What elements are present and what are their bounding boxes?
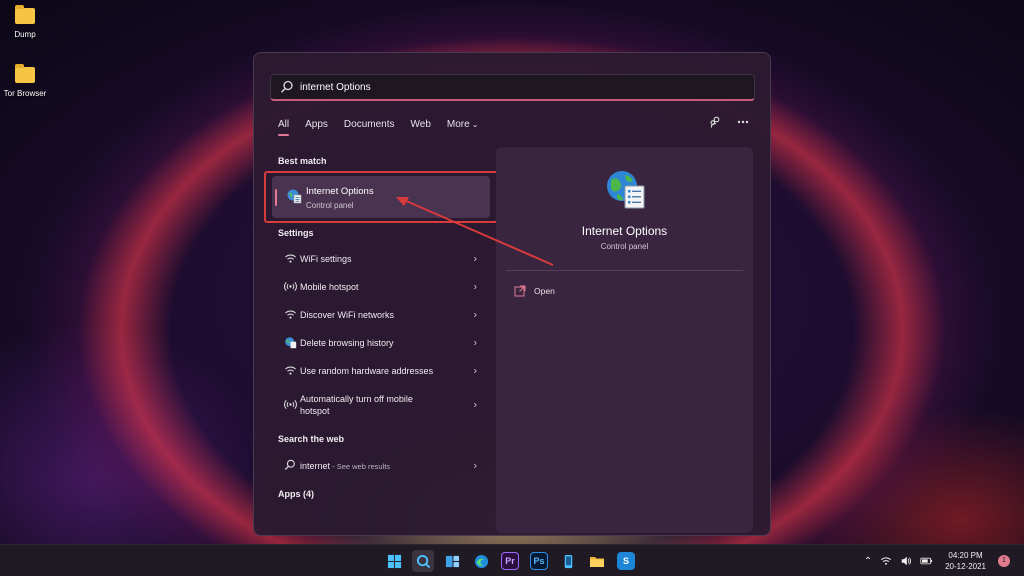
chevron-up-icon[interactable]: ⌃ (864, 556, 872, 567)
chevron-right-icon: › (473, 309, 477, 321)
tab-web[interactable]: Web (411, 119, 431, 130)
apps-heading[interactable]: Apps (4) (278, 489, 314, 499)
account-switch-icon[interactable] (708, 115, 722, 129)
preview-title: Internet Options (581, 224, 668, 238)
search-box[interactable] (270, 74, 755, 101)
open-label: Open (534, 286, 555, 296)
desktop-icon-label: Dump (14, 30, 36, 39)
settings-heading: Settings (278, 228, 314, 238)
divider (506, 270, 743, 271)
search-icon (283, 459, 297, 473)
hotspot-icon (283, 280, 297, 294)
list-item-label: Mobile hotspot (300, 282, 359, 292)
volume-icon[interactable] (900, 555, 912, 567)
preview-subtitle: Control panel (600, 242, 649, 251)
best-match-subtitle: Control panel (306, 201, 354, 210)
list-item-label: WiFi settings (300, 254, 352, 264)
clock-date: 20-12-2021 (945, 562, 986, 571)
chevron-right-icon: › (473, 399, 477, 411)
tab-apps[interactable]: Apps (305, 119, 328, 130)
list-item-label: Automatically turn off mobile hotspot (300, 394, 413, 416)
chevron-right-icon: › (473, 337, 477, 349)
photoshop-icon[interactable]: Ps (530, 552, 548, 570)
best-match-result[interactable]: Internet Options Control panel (264, 171, 498, 223)
best-match-title: Internet Options (306, 186, 374, 197)
internet-options-icon (287, 189, 302, 204)
widgets-icon[interactable] (441, 550, 463, 572)
web-query-text: internet (300, 460, 331, 471)
list-item-label: Discover WiFi networks (300, 310, 395, 320)
web-query: internet - See web results (300, 460, 390, 473)
clock[interactable]: 04:20 PM 20-12-2021 (945, 550, 986, 572)
search-input[interactable] (300, 81, 720, 93)
more-options-icon[interactable] (736, 115, 750, 129)
windows-start-icon[interactable] (383, 550, 405, 572)
tab-more-label: More (446, 119, 470, 130)
search-icon[interactable] (412, 550, 434, 572)
open-button[interactable]: Open (514, 285, 555, 297)
list-item-web-search[interactable]: internet - See web results › (271, 452, 485, 480)
preview-pane: Internet Options Control panel Open (496, 147, 753, 533)
selection-indicator (275, 189, 277, 206)
taskbar-apps: Pr Ps S (383, 550, 637, 572)
list-item-label: Delete browsing history (300, 338, 394, 348)
list-item-wifi-settings[interactable]: WiFi settings › (271, 245, 485, 273)
search-web-heading: Search the web (278, 434, 345, 444)
tab-all[interactable]: All (278, 119, 290, 136)
list-item-mobile-hotspot[interactable]: Mobile hotspot › (271, 273, 485, 301)
hotspot-icon (283, 398, 297, 412)
best-match-item[interactable]: Internet Options Control panel (272, 176, 490, 218)
phone-icon[interactable] (557, 550, 579, 572)
snagit-icon[interactable]: S (617, 552, 635, 570)
wifi-icon[interactable] (880, 555, 892, 567)
chevron-right-icon: › (473, 281, 477, 293)
list-item-delete-browsing-history[interactable]: Delete browsing history › (271, 329, 485, 357)
battery-icon[interactable] (920, 555, 933, 567)
search-icon (280, 80, 293, 93)
filter-tabs: All Apps Documents Web More ⌄ (278, 119, 494, 136)
folder-icon (15, 64, 35, 83)
file-explorer-icon[interactable] (586, 550, 608, 572)
desktop-icon-label: Tor Browser (3, 89, 47, 98)
notification-badge[interactable]: 1 (998, 555, 1010, 567)
best-match-heading: Best match (278, 156, 327, 166)
premiere-pro-icon[interactable]: Pr (501, 552, 519, 570)
wifi-icon (283, 364, 297, 378)
edge-icon[interactable] (470, 550, 492, 572)
tab-more[interactable]: More ⌄ (447, 119, 479, 130)
tab-documents[interactable]: Documents (344, 119, 395, 130)
internet-options-icon (283, 336, 297, 350)
web-results-hint: - See web results (330, 461, 391, 471)
list-item-label: Use random hardware addresses (300, 366, 434, 376)
chevron-right-icon: › (473, 253, 477, 265)
chevron-right-icon: › (473, 460, 477, 472)
chevron-right-icon: › (473, 365, 477, 377)
chevron-down-icon: ⌄ (471, 120, 479, 129)
list-item-discover-wifi[interactable]: Discover WiFi networks › (271, 301, 485, 329)
folder-icon (15, 5, 35, 24)
clock-time: 04:20 PM (948, 551, 983, 560)
list-item-auto-turn-off-hotspot[interactable]: Automatically turn off mobile hotspot › (271, 389, 485, 421)
open-external-icon (514, 285, 526, 297)
wifi-icon (283, 308, 297, 322)
internet-options-icon (607, 171, 645, 209)
taskbar: Pr Ps S ⌃ 04:20 PM 20-12-2021 1 (0, 544, 1024, 576)
top-right-actions (708, 115, 750, 129)
desktop-icon-dump[interactable]: Dump (0, 5, 55, 39)
desktop-icon-tor-browser[interactable]: Tor Browser (0, 64, 55, 98)
list-item-random-hardware-addresses[interactable]: Use random hardware addresses › (271, 357, 485, 385)
wifi-icon (283, 252, 297, 266)
system-tray: ⌃ 04:20 PM 20-12-2021 1 (864, 545, 1010, 576)
